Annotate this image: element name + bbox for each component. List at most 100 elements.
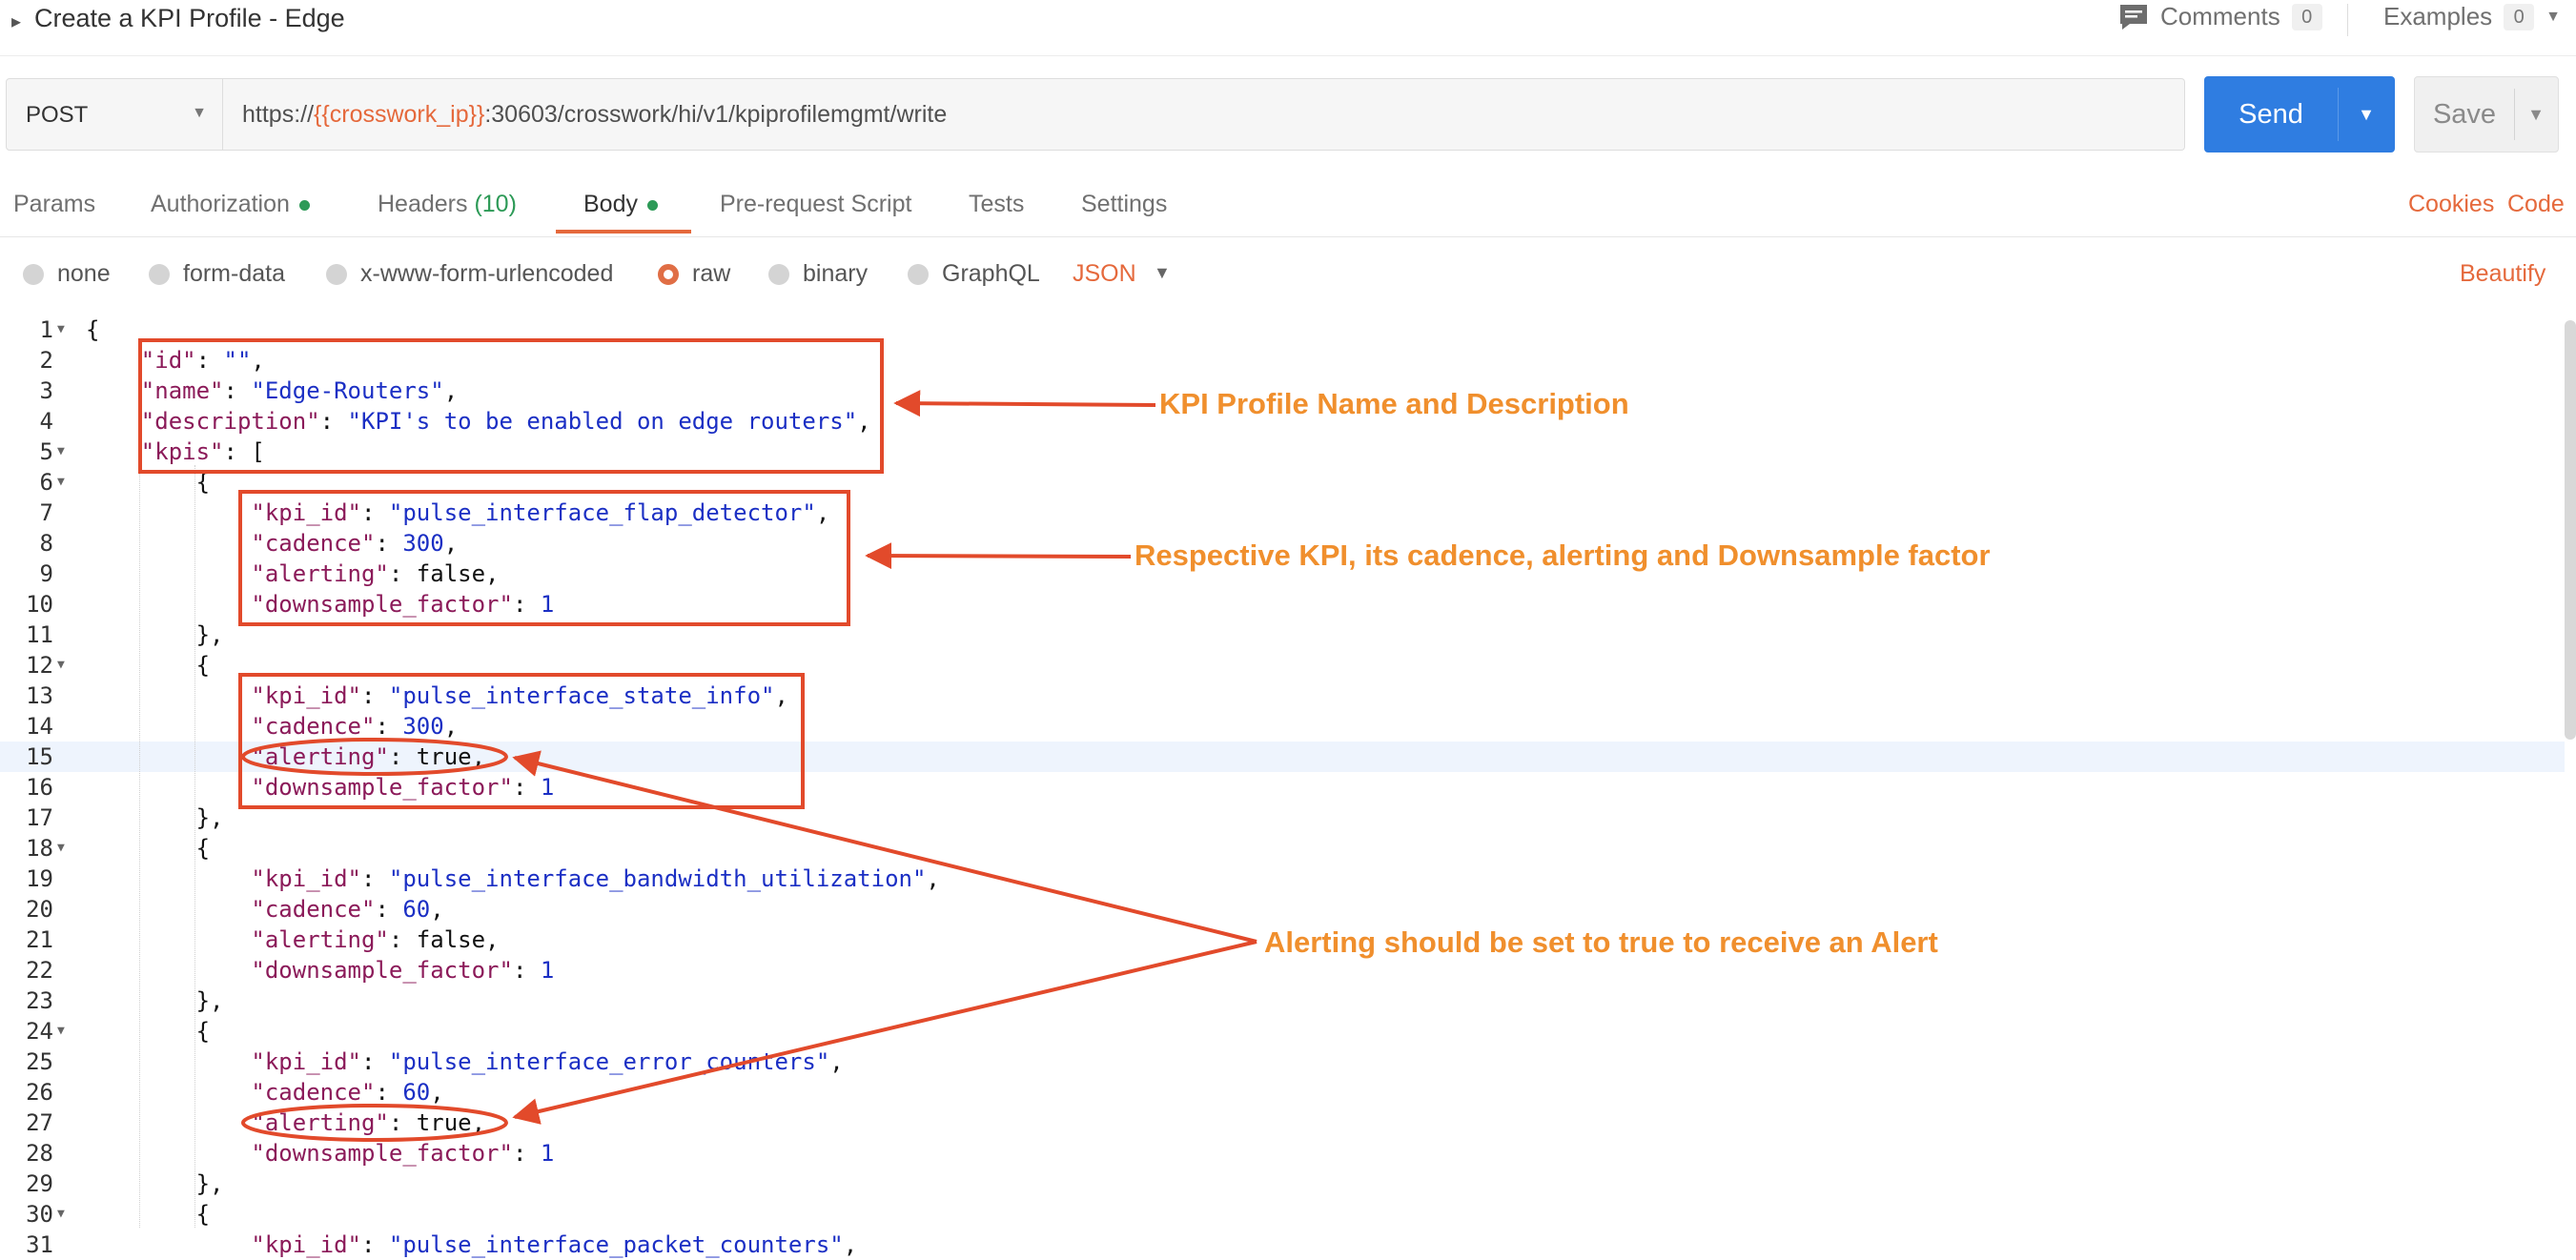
code-link[interactable]: Code: [2507, 191, 2565, 218]
caret-right-icon[interactable]: ▸: [11, 10, 21, 33]
send-options-chevron-icon[interactable]: ▼: [2338, 76, 2395, 152]
method-value: POST: [26, 102, 89, 128]
line-number: 7: [39, 499, 53, 526]
annotation-profile: KPI Profile Name and Description: [1159, 387, 1629, 420]
tab-authorization-label: Authorization: [151, 191, 290, 217]
tab-headers[interactable]: Headers (10): [378, 191, 517, 218]
code-text: "downsample_factor": 1: [251, 957, 555, 984]
code-line[interactable]: 27 "alerting": true,: [0, 1108, 2565, 1138]
code-line[interactable]: 1 ▼ {: [0, 315, 2565, 345]
request-title[interactable]: Create a KPI Profile - Edge: [34, 4, 345, 33]
radio-graphql-label: GraphQL: [942, 260, 1040, 287]
code-line[interactable]: 14 "cadence": 300,: [0, 711, 2565, 742]
tab-settings[interactable]: Settings: [1081, 191, 1167, 218]
beautify-link[interactable]: Beautify: [2460, 260, 2545, 288]
code-line[interactable]: 23 },: [0, 986, 2565, 1016]
fold-chevron-icon[interactable]: ▼: [57, 1199, 65, 1230]
code-line[interactable]: 7 "kpi_id": "pulse_interface_flap_detect…: [0, 498, 2565, 528]
code-line[interactable]: 24 ▼ {: [0, 1016, 2565, 1047]
tab-headers-label: Headers: [378, 191, 468, 217]
line-number: 15: [26, 743, 53, 770]
line-number: 4: [39, 408, 53, 435]
code-line[interactable]: 15 "alerting": true,: [0, 742, 2565, 772]
radio-none[interactable]: none: [23, 260, 111, 288]
line-number: 31: [26, 1231, 53, 1258]
examples-count-badge: 0: [2504, 3, 2535, 30]
code-text: "description": "KPI's to be enabled on e…: [140, 408, 871, 435]
tab-authorization[interactable]: Authorization: [151, 191, 310, 218]
status-dot-icon: [646, 199, 658, 211]
indent-guide: [194, 465, 195, 1228]
code-line[interactable]: 28 "downsample_factor": 1: [0, 1138, 2565, 1169]
code-text: {: [86, 1201, 211, 1228]
cookies-link[interactable]: Cookies: [2408, 191, 2494, 218]
tab-body[interactable]: Body: [583, 191, 658, 218]
code-line[interactable]: 26 "cadence": 60,: [0, 1077, 2565, 1108]
comments-button[interactable]: Comments 0: [2118, 2, 2322, 31]
code-text: {: [86, 652, 211, 679]
code-text: {: [86, 1018, 211, 1045]
code-editor[interactable]: 1 ▼{2 "id": "", 3 "name": "Edge-Routers", 4…: [0, 313, 2576, 1258]
code-text: },: [86, 987, 224, 1014]
url-input[interactable]: https://{{crosswork_ip}}:30603/crosswork…: [223, 78, 2185, 151]
code-line[interactable]: 16 "downsample_factor": 1: [0, 772, 2565, 803]
line-number: 30: [26, 1201, 53, 1228]
line-number: 25: [26, 1048, 53, 1075]
code-line[interactable]: 19 "kpi_id": "pulse_interface_bandwidth_…: [0, 864, 2565, 894]
save-button[interactable]: Save: [2415, 77, 2514, 152]
tab-params[interactable]: Params: [13, 191, 95, 218]
tab-tests[interactable]: Tests: [969, 191, 1024, 218]
chevron-down-icon[interactable]: ▼: [1154, 263, 1171, 283]
code-line[interactable]: 31 "kpi_id": "pulse_interface_packet_cou…: [0, 1230, 2565, 1260]
chevron-down-icon: ▼: [192, 105, 207, 121]
line-number: 8: [39, 530, 53, 557]
code-line[interactable]: 13 "kpi_id": "pulse_interface_state_info…: [0, 681, 2565, 711]
radio-form-data[interactable]: form-data: [149, 260, 285, 288]
line-number: 23: [26, 987, 53, 1014]
send-button-group: Send ▼: [2204, 76, 2395, 152]
radio-raw[interactable]: raw: [658, 260, 730, 288]
method-select[interactable]: POST ▼: [6, 78, 223, 151]
fold-chevron-icon[interactable]: ▼: [57, 437, 65, 467]
send-button[interactable]: Send: [2204, 76, 2338, 152]
code-line[interactable]: 17 },: [0, 803, 2565, 833]
code-line[interactable]: 29 },: [0, 1169, 2565, 1199]
fold-chevron-icon[interactable]: ▼: [57, 315, 65, 345]
code-line[interactable]: 12 ▼ {: [0, 650, 2565, 681]
radio-urlencoded[interactable]: x-www-form-urlencoded: [326, 260, 613, 288]
code-line[interactable]: 25 "kpi_id": "pulse_interface_error_coun…: [0, 1047, 2565, 1077]
code-line[interactable]: 20 "cadence": 60,: [0, 894, 2565, 925]
code-line[interactable]: 30 ▼ {: [0, 1199, 2565, 1230]
line-number: 29: [26, 1170, 53, 1197]
annotation-kpi: Respective KPI, its cadence, alerting an…: [1135, 539, 1991, 572]
vertical-scrollbar[interactable]: [2565, 320, 2576, 740]
examples-label: Examples: [2383, 2, 2493, 30]
radio-binary[interactable]: binary: [768, 260, 868, 288]
code-line[interactable]: 2 "id": "",: [0, 345, 2565, 376]
code-line[interactable]: 10 "downsample_factor": 1: [0, 589, 2565, 620]
code-text: "alerting": true,: [251, 1109, 486, 1136]
active-tab-indicator: [556, 230, 691, 234]
radio-graphql[interactable]: GraphQL: [908, 260, 1040, 288]
line-number: 17: [26, 804, 53, 831]
radio-binary-label: binary: [803, 260, 869, 287]
fold-chevron-icon[interactable]: ▼: [57, 833, 65, 864]
tab-pre-request-script[interactable]: Pre-request Script: [720, 191, 911, 218]
line-number: 18: [26, 835, 53, 862]
code-text: "cadence": 300,: [251, 713, 459, 740]
code-line[interactable]: 11 },: [0, 620, 2565, 650]
examples-button[interactable]: Examples 0 ▼: [2383, 2, 2561, 31]
code-line[interactable]: 5 ▼ "kpis": [: [0, 437, 2565, 467]
code-line[interactable]: 18 ▼ {: [0, 833, 2565, 864]
url-variable: {{crosswork_ip}}: [314, 101, 485, 128]
line-number: 13: [26, 682, 53, 709]
radio-raw-label: raw: [692, 260, 731, 287]
code-line[interactable]: 6 ▼ {: [0, 467, 2565, 498]
line-number: 19: [26, 865, 53, 892]
fold-chevron-icon[interactable]: ▼: [57, 650, 65, 681]
save-options-chevron-icon[interactable]: ▼: [2514, 77, 2558, 152]
format-select[interactable]: JSON: [1073, 260, 1136, 288]
chevron-down-icon: ▼: [2545, 8, 2561, 25]
fold-chevron-icon[interactable]: ▼: [57, 467, 65, 498]
fold-chevron-icon[interactable]: ▼: [57, 1016, 65, 1047]
